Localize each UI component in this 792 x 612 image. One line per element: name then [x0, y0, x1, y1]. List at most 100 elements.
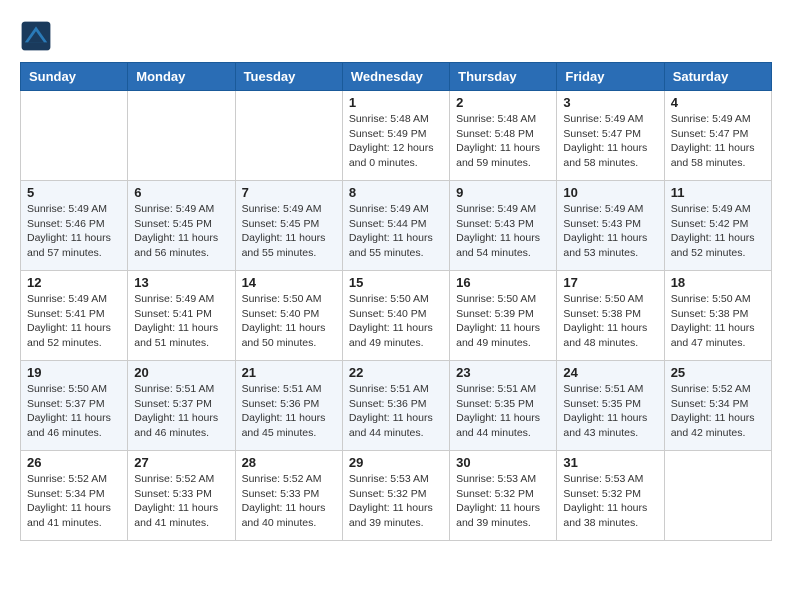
day-number: 1: [349, 95, 443, 110]
cell-info: Sunrise: 5:51 AM Sunset: 5:37 PM Dayligh…: [134, 382, 228, 441]
calendar-cell: 11 Sunrise: 5:49 AM Sunset: 5:42 PM Dayli…: [664, 181, 771, 271]
calendar-cell: 17Sunrise: 5:50 AM Sunset: 5:38 PM Dayli…: [557, 271, 664, 361]
page-header: [20, 20, 772, 52]
cell-info: Sunrise: 5:50 AM Sunset: 5:38 PM Dayligh…: [671, 292, 765, 351]
calendar-cell: [664, 451, 771, 541]
calendar-cell: 19 Sunrise: 5:50 AM Sunset: 5:37 PM Dayli…: [21, 361, 128, 451]
calendar-cell: 7 Sunrise: 5:49 AM Sunset: 5:45 PM Daylig…: [235, 181, 342, 271]
calendar-cell: 2 Sunrise: 5:48 AM Sunset: 5:48 PM Daylig…: [450, 91, 557, 181]
calendar-cell: 24 Sunrise: 5:51 AM Sunset: 5:35 PM Dayli…: [557, 361, 664, 451]
calendar-cell: [235, 91, 342, 181]
cell-info: Sunrise: 5:49 AM Sunset: 5:42 PM Dayligh…: [671, 202, 765, 261]
calendar-cell: 16 Sunrise: 5:50 AM Sunset: 5:39 PM Dayli…: [450, 271, 557, 361]
day-number: 2: [456, 95, 550, 110]
cell-info: Sunrise: 5:49 AM Sunset: 5:45 PM Dayligh…: [134, 202, 228, 261]
cell-info: Sunrise: 5:51 AM Sunset: 5:36 PM Dayligh…: [242, 382, 336, 441]
calendar-cell: 14 Sunrise: 5:50 AM Sunset: 5:40 PM Dayli…: [235, 271, 342, 361]
calendar-cell: 4Sunrise: 5:49 AM Sunset: 5:47 PM Daylig…: [664, 91, 771, 181]
cell-info: Sunrise: 5:53 AM Sunset: 5:32 PM Dayligh…: [456, 472, 550, 531]
calendar-cell: 29 Sunrise: 5:53 AM Sunset: 5:32 PM Dayli…: [342, 451, 449, 541]
day-number: 12: [27, 275, 121, 290]
cell-info: Sunrise: 5:50 AM Sunset: 5:37 PM Dayligh…: [27, 382, 121, 441]
cell-info: Sunrise: 5:49 AM Sunset: 5:45 PM Dayligh…: [242, 202, 336, 261]
day-number: 4: [671, 95, 765, 110]
cell-info: Sunrise: 5:48 AM Sunset: 5:48 PM Dayligh…: [456, 112, 550, 171]
day-number: 29: [349, 455, 443, 470]
day-number: 21: [242, 365, 336, 380]
day-number: 3: [563, 95, 657, 110]
week-row-2: 5 Sunrise: 5:49 AM Sunset: 5:46 PM Daylig…: [21, 181, 772, 271]
cell-info: Sunrise: 5:52 AM Sunset: 5:33 PM Dayligh…: [134, 472, 228, 531]
calendar-cell: 27 Sunrise: 5:52 AM Sunset: 5:33 PM Dayli…: [128, 451, 235, 541]
cell-info: Sunrise: 5:49 AM Sunset: 5:44 PM Dayligh…: [349, 202, 443, 261]
calendar-cell: 15Sunrise: 5:50 AM Sunset: 5:40 PM Dayli…: [342, 271, 449, 361]
week-row-1: 1 Sunrise: 5:48 AM Sunset: 5:49 PM Daylig…: [21, 91, 772, 181]
logo: [20, 20, 56, 52]
day-number: 20: [134, 365, 228, 380]
cell-info: Sunrise: 5:51 AM Sunset: 5:35 PM Dayligh…: [563, 382, 657, 441]
calendar-cell: 3Sunrise: 5:49 AM Sunset: 5:47 PM Daylig…: [557, 91, 664, 181]
cell-info: Sunrise: 5:53 AM Sunset: 5:32 PM Dayligh…: [563, 472, 657, 531]
week-row-3: 12 Sunrise: 5:49 AM Sunset: 5:41 PM Dayli…: [21, 271, 772, 361]
calendar-body: 1 Sunrise: 5:48 AM Sunset: 5:49 PM Daylig…: [21, 91, 772, 541]
day-number: 9: [456, 185, 550, 200]
weekday-sunday: Sunday: [21, 63, 128, 91]
day-number: 14: [242, 275, 336, 290]
weekday-header-row: SundayMondayTuesdayWednesdayThursdayFrid…: [21, 63, 772, 91]
cell-info: Sunrise: 5:49 AM Sunset: 5:41 PM Dayligh…: [134, 292, 228, 351]
weekday-friday: Friday: [557, 63, 664, 91]
cell-info: Sunrise: 5:52 AM Sunset: 5:34 PM Dayligh…: [27, 472, 121, 531]
calendar-cell: 26Sunrise: 5:52 AM Sunset: 5:34 PM Dayli…: [21, 451, 128, 541]
cell-info: Sunrise: 5:52 AM Sunset: 5:34 PM Dayligh…: [671, 382, 765, 441]
calendar-cell: 25 Sunrise: 5:52 AM Sunset: 5:34 PM Dayli…: [664, 361, 771, 451]
day-number: 30: [456, 455, 550, 470]
day-number: 7: [242, 185, 336, 200]
calendar-cell: 21 Sunrise: 5:51 AM Sunset: 5:36 PM Dayli…: [235, 361, 342, 451]
cell-info: Sunrise: 5:48 AM Sunset: 5:49 PM Dayligh…: [349, 112, 443, 171]
logo-icon: [20, 20, 52, 52]
calendar-cell: 13 Sunrise: 5:49 AM Sunset: 5:41 PM Dayli…: [128, 271, 235, 361]
cell-info: Sunrise: 5:49 AM Sunset: 5:43 PM Dayligh…: [563, 202, 657, 261]
cell-info: Sunrise: 5:49 AM Sunset: 5:41 PM Dayligh…: [27, 292, 121, 351]
calendar-cell: 23Sunrise: 5:51 AM Sunset: 5:35 PM Dayli…: [450, 361, 557, 451]
calendar-cell: 8Sunrise: 5:49 AM Sunset: 5:44 PM Daylig…: [342, 181, 449, 271]
calendar-cell: 10 Sunrise: 5:49 AM Sunset: 5:43 PM Dayli…: [557, 181, 664, 271]
day-number: 27: [134, 455, 228, 470]
day-number: 17: [563, 275, 657, 290]
day-number: 28: [242, 455, 336, 470]
calendar-cell: 28 Sunrise: 5:52 AM Sunset: 5:33 PM Dayli…: [235, 451, 342, 541]
cell-info: Sunrise: 5:51 AM Sunset: 5:35 PM Dayligh…: [456, 382, 550, 441]
weekday-monday: Monday: [128, 63, 235, 91]
calendar-cell: 31 Sunrise: 5:53 AM Sunset: 5:32 PM Dayli…: [557, 451, 664, 541]
cell-info: Sunrise: 5:52 AM Sunset: 5:33 PM Dayligh…: [242, 472, 336, 531]
calendar-cell: 5 Sunrise: 5:49 AM Sunset: 5:46 PM Daylig…: [21, 181, 128, 271]
day-number: 11: [671, 185, 765, 200]
calendar-cell: 20 Sunrise: 5:51 AM Sunset: 5:37 PM Dayli…: [128, 361, 235, 451]
day-number: 31: [563, 455, 657, 470]
day-number: 16: [456, 275, 550, 290]
day-number: 13: [134, 275, 228, 290]
calendar-table: SundayMondayTuesdayWednesdayThursdayFrid…: [20, 62, 772, 541]
calendar-cell: [21, 91, 128, 181]
day-number: 25: [671, 365, 765, 380]
calendar-cell: 6 Sunrise: 5:49 AM Sunset: 5:45 PM Daylig…: [128, 181, 235, 271]
weekday-tuesday: Tuesday: [235, 63, 342, 91]
cell-info: Sunrise: 5:53 AM Sunset: 5:32 PM Dayligh…: [349, 472, 443, 531]
week-row-4: 19 Sunrise: 5:50 AM Sunset: 5:37 PM Dayli…: [21, 361, 772, 451]
day-number: 10: [563, 185, 657, 200]
calendar-cell: 1 Sunrise: 5:48 AM Sunset: 5:49 PM Daylig…: [342, 91, 449, 181]
day-number: 19: [27, 365, 121, 380]
calendar-header: SundayMondayTuesdayWednesdayThursdayFrid…: [21, 63, 772, 91]
day-number: 6: [134, 185, 228, 200]
cell-info: Sunrise: 5:50 AM Sunset: 5:40 PM Dayligh…: [242, 292, 336, 351]
calendar-cell: [128, 91, 235, 181]
day-number: 5: [27, 185, 121, 200]
weekday-wednesday: Wednesday: [342, 63, 449, 91]
cell-info: Sunrise: 5:50 AM Sunset: 5:39 PM Dayligh…: [456, 292, 550, 351]
day-number: 15: [349, 275, 443, 290]
cell-info: Sunrise: 5:49 AM Sunset: 5:46 PM Dayligh…: [27, 202, 121, 261]
calendar-cell: 9Sunrise: 5:49 AM Sunset: 5:43 PM Daylig…: [450, 181, 557, 271]
week-row-5: 26Sunrise: 5:52 AM Sunset: 5:34 PM Dayli…: [21, 451, 772, 541]
day-number: 24: [563, 365, 657, 380]
calendar-cell: 12 Sunrise: 5:49 AM Sunset: 5:41 PM Dayli…: [21, 271, 128, 361]
